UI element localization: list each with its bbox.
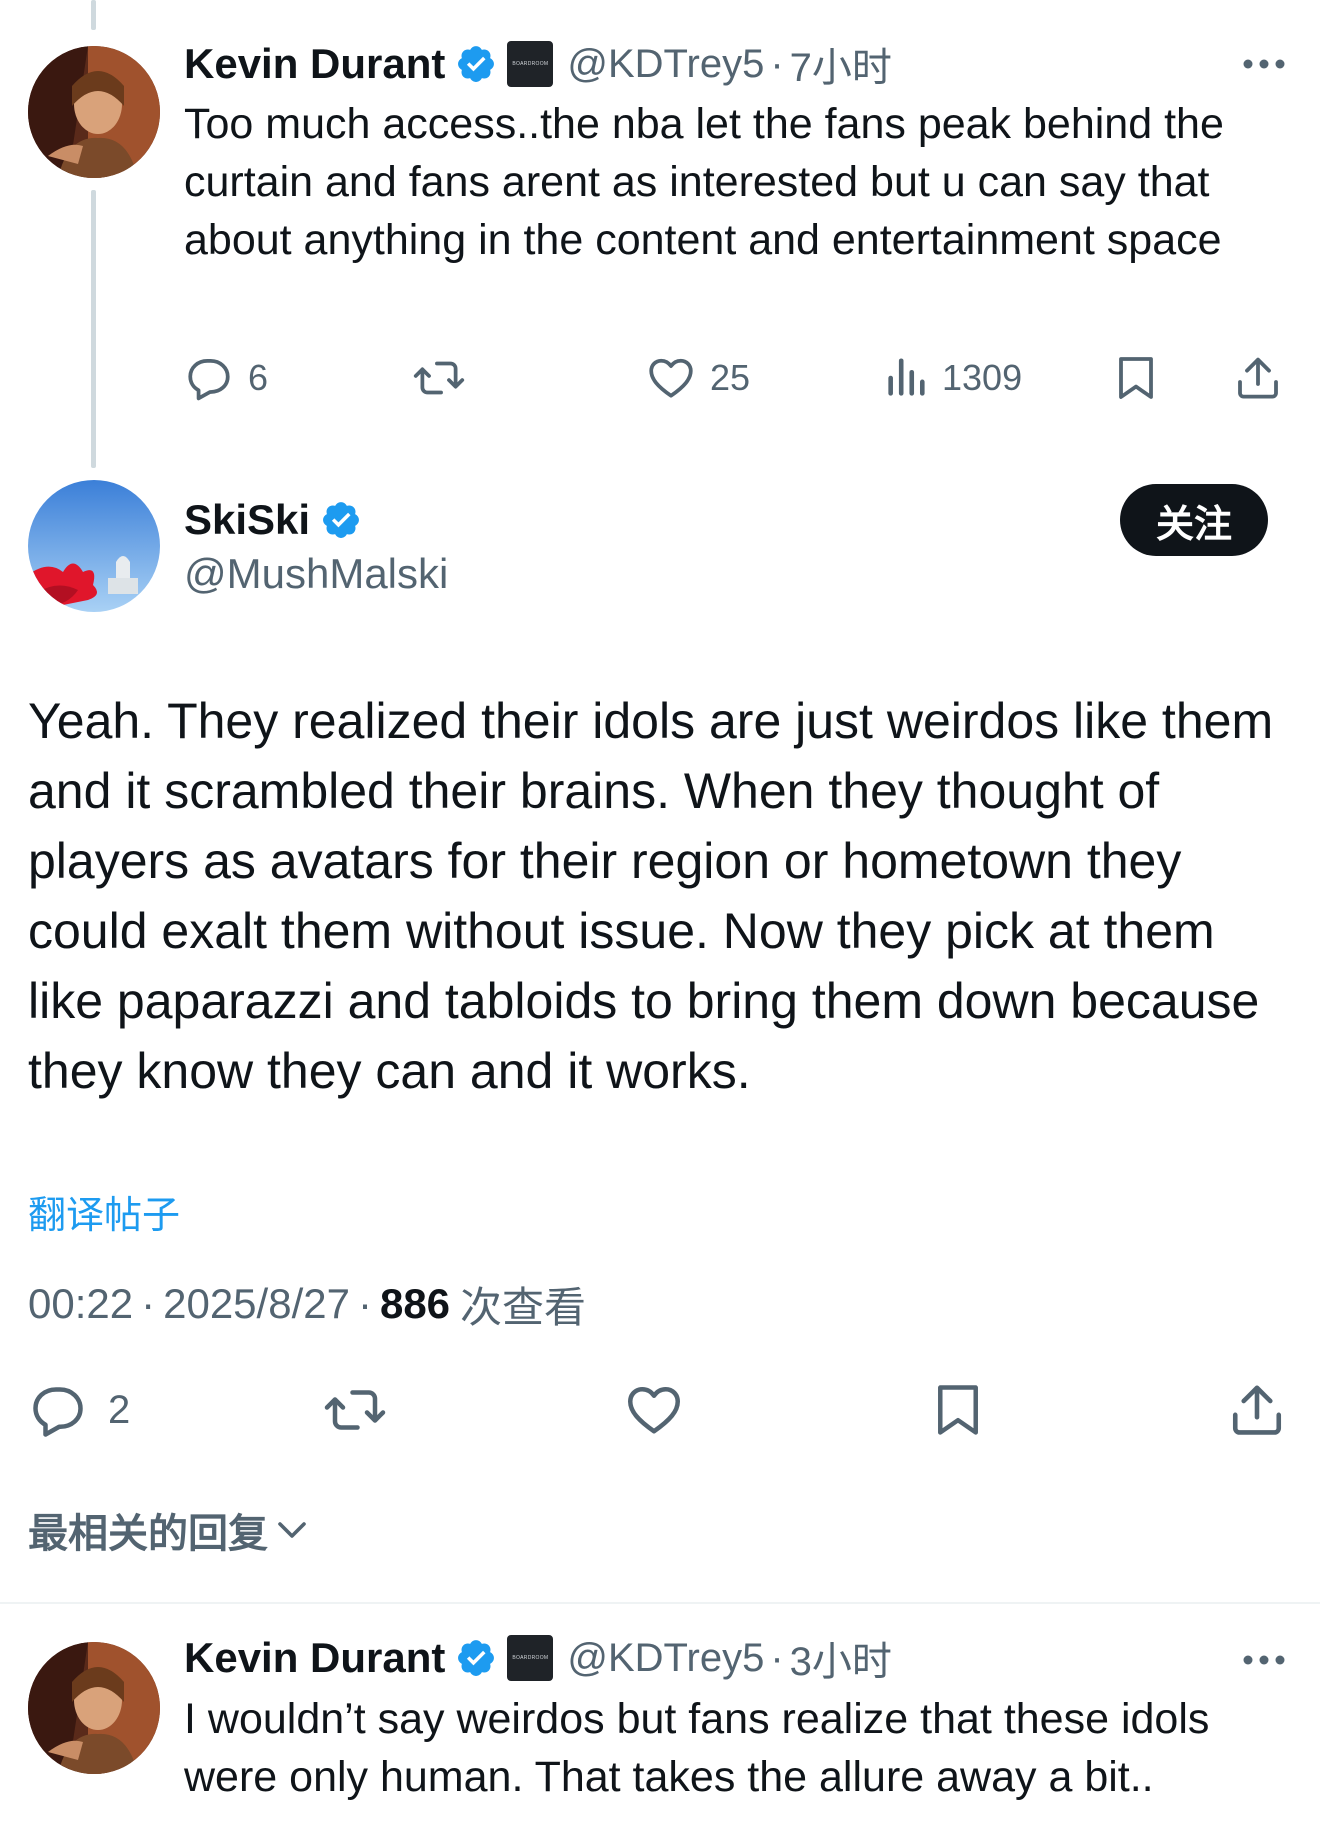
affiliate-badge[interactable]: BOARDROOM <box>507 41 554 87</box>
share-button[interactable] <box>1234 353 1282 403</box>
like-button[interactable] <box>624 1380 684 1440</box>
avatar-skiski[interactable] <box>28 480 160 612</box>
share-button[interactable] <box>1228 1380 1286 1440</box>
chevron-down-icon <box>274 1512 310 1548</box>
more-icon[interactable] <box>1242 52 1286 81</box>
tweet-parent-actions: 6 25 1309 <box>184 350 1294 406</box>
more-icon[interactable] <box>1242 1648 1286 1677</box>
views-label: 次查看 <box>460 1283 587 1331</box>
tweet-reply-header: Kevin Durant BOARDROOM @KDTrey5 · 3小时 <box>184 1632 892 1684</box>
verified-badge-icon <box>455 1637 497 1679</box>
translate-link[interactable]: 翻译帖子 <box>28 1184 180 1239</box>
retweet-icon <box>322 1380 388 1440</box>
share-icon <box>1234 353 1282 403</box>
bookmark-button[interactable] <box>1114 353 1158 403</box>
views-count: 886 <box>379 1280 451 1327</box>
like-count: 25 <box>710 357 751 398</box>
bookmark-icon <box>932 1379 984 1441</box>
author-handle[interactable]: @KDTrey5 <box>567 42 764 87</box>
tweet-parent-header: Kevin Durant BOARDROOM @KDTrey5 · 7小时 <box>184 38 892 90</box>
replies-sort-dropdown[interactable]: 最相关的回复 <box>28 1502 310 1558</box>
heart-icon <box>624 1380 684 1440</box>
separator: · <box>770 1635 784 1680</box>
bookmark-button[interactable] <box>932 1379 984 1441</box>
reply-icon <box>28 1380 88 1440</box>
separator: · <box>141 1280 156 1327</box>
reply-count: 6 <box>248 357 269 398</box>
reply-button[interactable]: 6 <box>184 353 268 403</box>
view-count: 1309 <box>942 357 1023 398</box>
tweet-time[interactable]: 3小时 <box>790 1629 892 1687</box>
verified-badge-icon <box>455 43 497 85</box>
tweet-main-text: Yeah. They realized their idols are just… <box>28 693 1274 1099</box>
thread-line <box>91 190 96 468</box>
tweet-date[interactable]: 2025/8/27 <box>163 1280 350 1328</box>
retweet-button[interactable] <box>412 353 466 403</box>
reply-count: 2 <box>108 1387 131 1432</box>
views-icon <box>884 355 928 401</box>
heart-icon <box>646 353 696 403</box>
divider <box>0 1602 1320 1604</box>
tweet-main-timestamp: 00:22 · 2025/8/27 · 886 次查看 <box>28 1276 586 1332</box>
tweet-time[interactable]: 7小时 <box>790 35 892 93</box>
separator: · <box>770 41 784 86</box>
tweet-main-actions: 2 <box>28 1378 1292 1442</box>
tweet-time[interactable]: 00:22 <box>28 1280 133 1328</box>
share-icon <box>1228 1380 1286 1440</box>
reply-button[interactable]: 2 <box>28 1380 130 1440</box>
author-handle[interactable]: @MushMalski <box>184 548 448 600</box>
author-handle[interactable]: @KDTrey5 <box>567 1636 764 1681</box>
replies-sort-label: 最相关的回复 <box>28 1512 268 1556</box>
affiliate-badge[interactable]: BOARDROOM <box>507 1635 554 1681</box>
views-button[interactable]: 1309 <box>884 355 1022 401</box>
thread-line-top <box>91 0 96 30</box>
retweet-button[interactable] <box>322 1380 388 1440</box>
avatar-kevin-durant[interactable] <box>28 1642 160 1774</box>
tweet-main-author: SkiSki <box>184 494 362 546</box>
bookmark-icon <box>1114 353 1158 403</box>
retweet-icon <box>412 353 466 403</box>
like-button[interactable]: 25 <box>646 353 750 403</box>
separator: · <box>357 1280 372 1327</box>
avatar-kevin-durant[interactable] <box>28 46 160 178</box>
author-name[interactable]: Kevin Durant <box>184 1634 445 1682</box>
reply-icon <box>184 353 234 403</box>
follow-button[interactable]: 关注 <box>1120 484 1268 556</box>
author-name[interactable]: Kevin Durant <box>184 40 445 88</box>
tweet-parent-text: Too much access..the nba let the fans pe… <box>184 100 1224 264</box>
verified-badge-icon <box>320 499 362 541</box>
author-name[interactable]: SkiSki <box>184 496 310 544</box>
tweet-reply-text: I wouldn’t say weirdos but fans realize … <box>184 1695 1210 1801</box>
